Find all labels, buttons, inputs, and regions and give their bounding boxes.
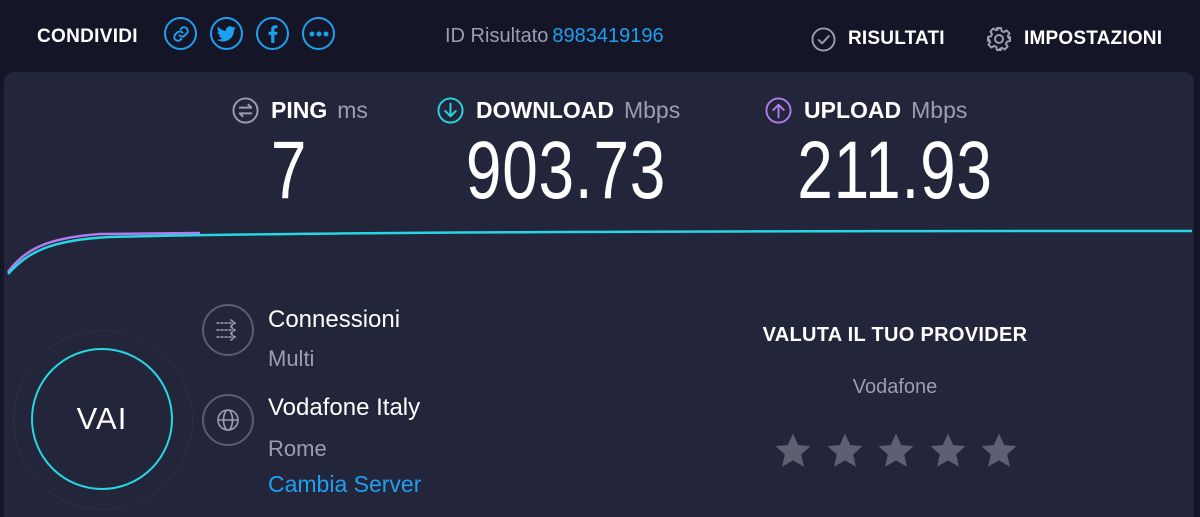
go-button-label: VAI bbox=[76, 401, 128, 436]
download-graph-line bbox=[7, 229, 1193, 275]
star-icon[interactable] bbox=[825, 431, 865, 471]
star-icon[interactable] bbox=[876, 431, 916, 471]
server-provider: Vodafone Italy bbox=[268, 394, 421, 421]
globe-icon bbox=[217, 409, 239, 431]
change-server-link[interactable]: Cambia Server bbox=[268, 471, 421, 498]
rating-stars bbox=[773, 431, 1031, 471]
connections-title: Connessioni bbox=[268, 306, 401, 333]
rate-provider-name: Vodafone bbox=[852, 376, 938, 398]
speed-graph bbox=[7, 229, 1193, 275]
star-icon[interactable] bbox=[773, 431, 813, 471]
connections-icon bbox=[216, 319, 237, 341]
server-location: Rome bbox=[268, 436, 327, 461]
go-button[interactable]: VAI bbox=[31, 348, 173, 490]
star-icon[interactable] bbox=[928, 431, 968, 471]
connections-mode[interactable]: Multi bbox=[268, 346, 314, 372]
star-icon[interactable] bbox=[979, 431, 1019, 471]
globe-icon-wrap bbox=[202, 394, 254, 446]
connections-icon-wrap bbox=[202, 304, 254, 356]
rate-provider-title: VALUTA IL TUO PROVIDER bbox=[762, 324, 1028, 346]
